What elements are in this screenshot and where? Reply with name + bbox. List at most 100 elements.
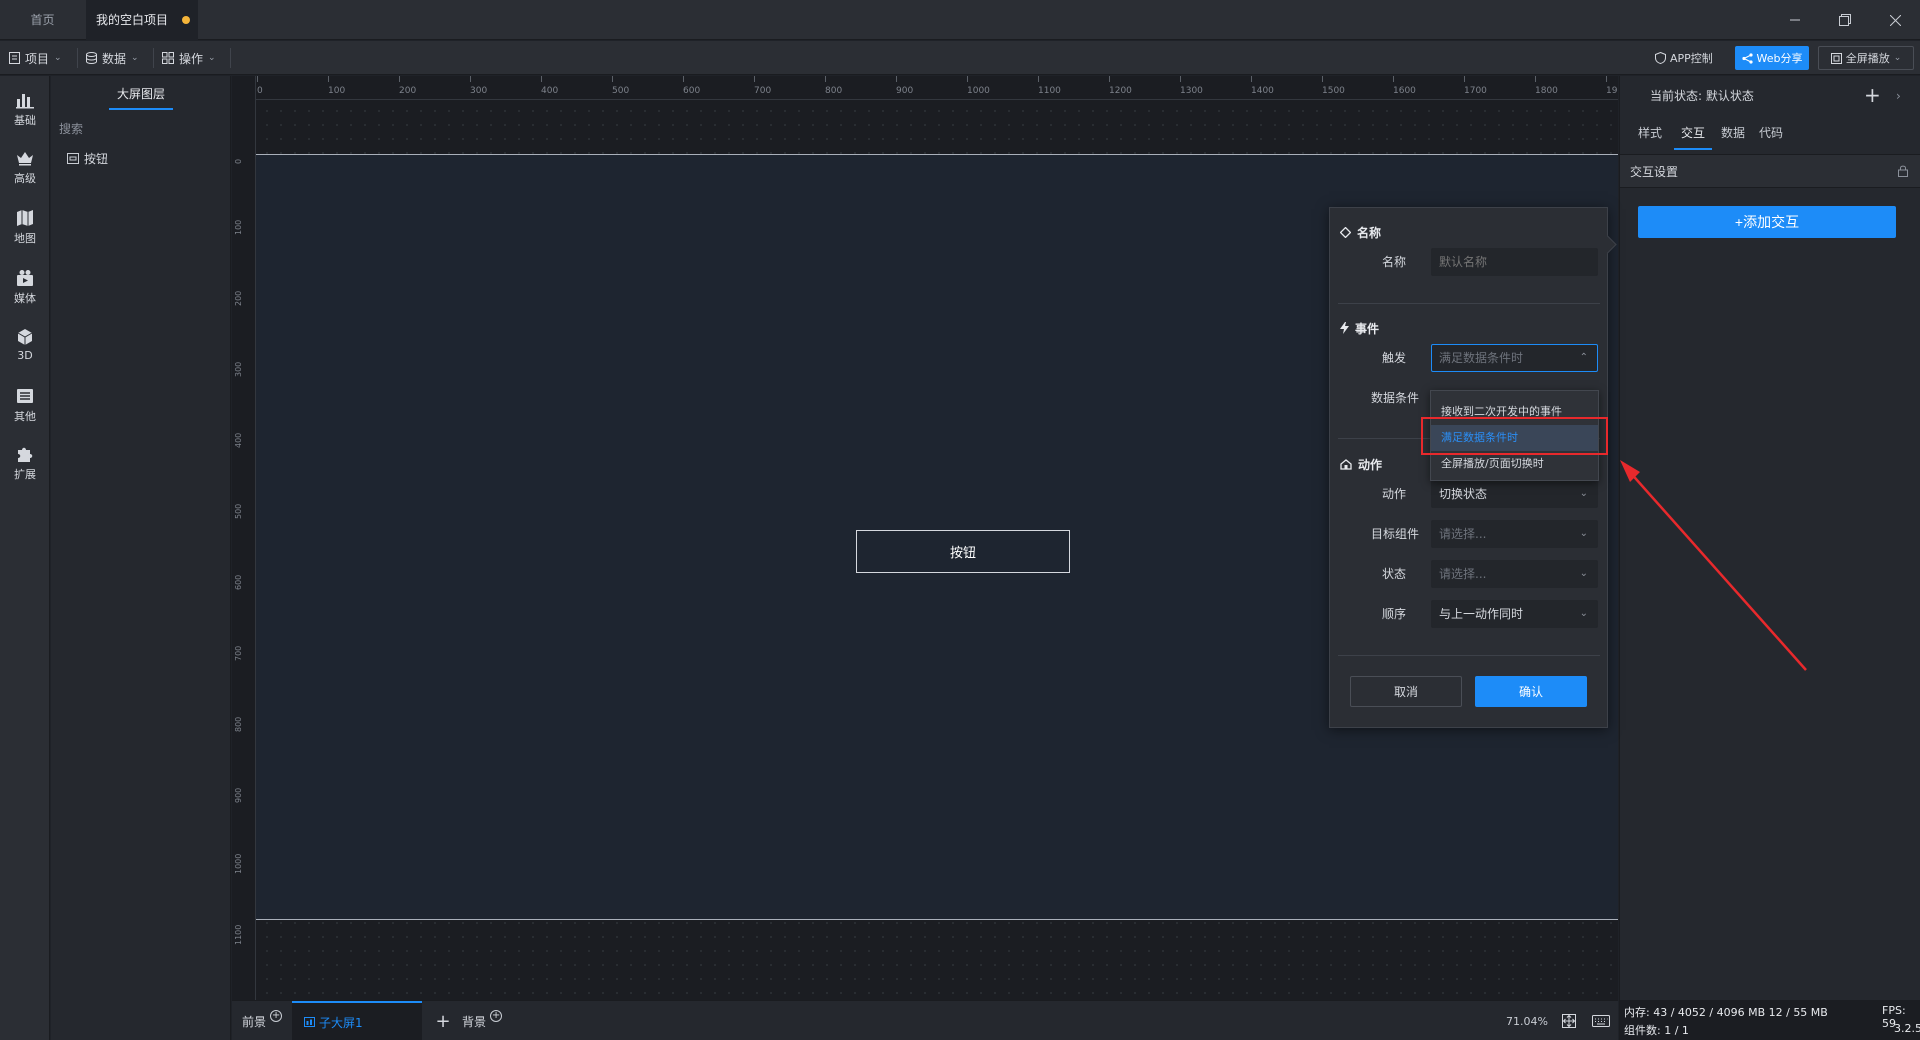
interaction-settings-title: 交互设置: [1630, 165, 1679, 179]
tab-project[interactable]: 我的空白项目: [86, 0, 198, 40]
version-label: 3.2.5: [1894, 1022, 1920, 1035]
ruler-tick-label: 400: [234, 432, 243, 448]
state-field-label: 状态: [1381, 567, 1406, 581]
fit-screen-button[interactable]: [1562, 1001, 1576, 1040]
ruler-tick-label: 1000: [234, 853, 243, 874]
trigger-select-value: 满足数据条件时: [1439, 351, 1524, 365]
tab-data[interactable]: 数据: [1718, 120, 1748, 150]
rail-item-label: 3D: [17, 349, 33, 362]
keyboard-shortcuts-button[interactable]: [1592, 1001, 1610, 1040]
ruler-tick-label: 100: [234, 219, 243, 235]
background-label: 背景: [462, 1014, 487, 1029]
add-interaction-button[interactable]: +添加交互: [1638, 206, 1896, 238]
foreground-label: 前景: [242, 1014, 267, 1029]
canvas-button-component[interactable]: 按钮: [856, 530, 1070, 573]
layers-title[interactable]: 大屏图层: [109, 84, 173, 110]
action-icon: [1340, 458, 1352, 470]
state-select-placeholder: 请选择...: [1439, 567, 1487, 581]
name-input[interactable]: [1431, 248, 1598, 276]
order-field-label: 顺序: [1381, 607, 1406, 621]
foreground-layer-tab[interactable]: 前景 +: [242, 1001, 283, 1040]
ruler-tick-label: 100: [328, 76, 346, 96]
rail-item-basic[interactable]: 基础: [0, 84, 50, 134]
ruler-tick-label: 300: [234, 361, 243, 377]
menu-data[interactable]: 数据 ⌄: [86, 41, 139, 75]
event-section-label: 事件: [1355, 321, 1380, 336]
bar-chart-icon: [16, 93, 34, 108]
rail-item-media[interactable]: 媒体: [0, 262, 50, 312]
rail-item-advanced[interactable]: 高级: [0, 142, 50, 192]
rail-item-extension[interactable]: 扩展: [0, 438, 50, 488]
rail-item-map[interactable]: 地图: [0, 202, 50, 252]
add-state-button[interactable]: +: [1864, 76, 1881, 116]
ruler-tick-label: 300: [470, 76, 488, 96]
minimize-icon: [1790, 19, 1800, 21]
grid-icon: [162, 52, 174, 64]
target-select-placeholder: 请选择...: [1439, 527, 1487, 541]
app-control-label: APP控制: [1670, 52, 1713, 65]
chevron-right-icon[interactable]: ›: [1896, 76, 1901, 116]
minimize-button[interactable]: [1770, 0, 1820, 40]
ruler-tick-label: 1100: [1038, 76, 1061, 96]
order-select[interactable]: 与上一动作同时 ⌄: [1431, 600, 1598, 628]
rail-item-3d[interactable]: 3D: [0, 320, 50, 370]
ruler-tick-label: 600: [683, 76, 701, 96]
target-component-select[interactable]: 请选择... ⌄: [1431, 520, 1598, 548]
chevron-down-icon: ⌄: [1579, 608, 1588, 619]
menu-project[interactable]: 项目 ⌄: [9, 41, 62, 75]
zoom-level[interactable]: 71.04%: [1506, 1001, 1548, 1040]
action-select[interactable]: 切换状态 ⌄: [1431, 480, 1598, 508]
chevron-down-icon[interactable]: ⌄: [1894, 53, 1902, 63]
ruler-tick-label: 1500: [1322, 76, 1345, 96]
annotation-highlight-box: [1421, 417, 1608, 455]
annotation-arrow: [1620, 460, 1807, 671]
cube-icon: [17, 329, 33, 345]
tab-interaction[interactable]: 交互: [1674, 120, 1712, 150]
name-section-label: 名称: [1357, 225, 1382, 240]
ruler-tick-label: 500: [612, 76, 630, 96]
ruler-tick-label: 1300: [1180, 76, 1203, 96]
layer-item-button[interactable]: 按钮: [67, 146, 108, 170]
menu-divider: [230, 48, 231, 68]
title-bar: 首页 我的空白项目: [0, 0, 1920, 40]
crown-icon: [17, 151, 33, 165]
cancel-button[interactable]: 取消: [1350, 676, 1462, 707]
background-layer-tab[interactable]: 背景 +: [462, 1001, 503, 1040]
ruler-tick-label: 800: [234, 716, 243, 732]
status-bar: 内存: 43 / 4052 / 4096 MB 12 / 55 MB FPS: …: [1619, 1000, 1920, 1040]
web-share-button[interactable]: Web分享: [1735, 46, 1809, 70]
tab-code[interactable]: 代码: [1756, 120, 1786, 150]
add-sub-screen-button[interactable]: +: [428, 1001, 458, 1040]
name-field-label: 名称: [1381, 255, 1406, 269]
puzzle-icon: [18, 447, 33, 462]
lock-icon[interactable]: [1898, 165, 1908, 177]
fullscreen-play-button[interactable]: 全屏播放 ⌄: [1818, 46, 1914, 70]
sub-screen-tab[interactable]: 子大屏1: [292, 1001, 422, 1040]
ruler-tick-label: 0: [234, 158, 243, 164]
rail-item-other[interactable]: 其他: [0, 380, 50, 430]
fullscreen-play-label: 全屏播放: [1845, 52, 1890, 65]
trigger-select[interactable]: 满足数据条件时 ⌃: [1431, 344, 1598, 372]
state-select[interactable]: 请选择... ⌄: [1431, 560, 1598, 588]
tab-home[interactable]: 首页: [0, 0, 85, 40]
action-section-title: 动作: [1340, 455, 1382, 473]
close-icon: [1889, 14, 1901, 26]
name-section-title: 名称: [1340, 223, 1381, 241]
menu-operations[interactable]: 操作 ⌄: [162, 41, 216, 75]
layers-search-input[interactable]: 搜索: [59, 118, 223, 140]
confirm-button[interactable]: 确认: [1475, 676, 1587, 707]
chevron-down-icon: ⌄: [1579, 528, 1588, 539]
ruler-tick-label: 1600: [1393, 76, 1416, 96]
ruler-tick-label: 400: [541, 76, 559, 96]
ruler-tick-label: 900: [896, 76, 914, 96]
shield-icon: [1655, 52, 1666, 64]
rail-item-label: 媒体: [14, 291, 36, 305]
add-circle-icon[interactable]: +: [270, 1010, 283, 1022]
horizontal-ruler: 0 100 200 300 400 500 600 700 800 900 1000 1100 1200…: [232, 76, 1618, 100]
maximize-button[interactable]: [1820, 0, 1870, 40]
menu-divider: [153, 48, 154, 68]
app-control-button[interactable]: APP控制: [1655, 48, 1713, 68]
tab-style[interactable]: 样式: [1636, 120, 1664, 150]
add-circle-icon[interactable]: +: [490, 1010, 503, 1022]
close-button[interactable]: [1870, 0, 1920, 40]
